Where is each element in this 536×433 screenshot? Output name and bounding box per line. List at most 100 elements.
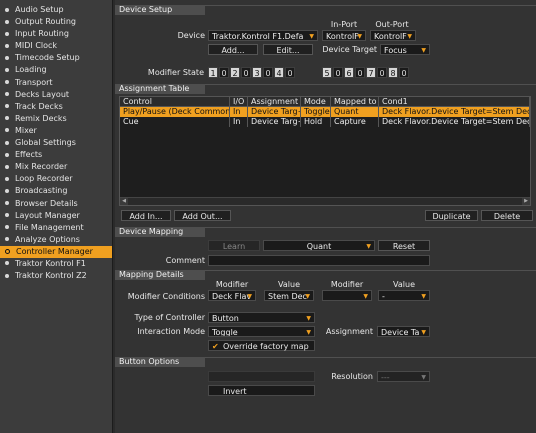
modifier-value: 0	[219, 67, 229, 78]
sidebar-item-analyze-options[interactable]: Analyze Options	[0, 234, 112, 246]
sidebar-item-audio-setup[interactable]: Audio Setup	[0, 4, 112, 16]
sidebar-item-label: MIDI Clock	[15, 41, 58, 51]
sidebar-item-loop-recorder[interactable]: Loop Recorder	[0, 173, 112, 185]
table-row[interactable]: Cue In Device Targ~ Hold Capture Deck Flavor.…	[120, 117, 530, 127]
table-row[interactable]: Play/Pause (Deck Common) In Device Targ~ To…	[120, 107, 530, 117]
sidebar-item-global-settings[interactable]: Global Settings	[0, 137, 112, 149]
chevron-down-icon: ▼	[305, 293, 310, 300]
sidebar-item-label: Loop Recorder	[15, 174, 73, 184]
condition-2-value: -	[382, 292, 385, 301]
add-out-button[interactable]: Add Out...	[174, 210, 231, 221]
out-port-dropdown[interactable]: KontrolF ▼	[370, 30, 416, 41]
bullet-icon	[5, 43, 9, 48]
column-header-cond1[interactable]: Cond1	[379, 97, 530, 106]
sidebar-item-traktor-kontrol-z2[interactable]: Traktor Kontrol Z2	[0, 270, 112, 282]
column-header-mode[interactable]: Mode	[301, 97, 331, 106]
chevron-down-icon: ▼	[421, 329, 426, 336]
sidebar-item-transport[interactable]: Transport	[0, 77, 112, 89]
sidebar-item-input-routing[interactable]: Input Routing	[0, 28, 112, 40]
sidebar-item-label: Global Settings	[15, 138, 76, 148]
sidebar-item-effects[interactable]: Effects	[0, 149, 112, 161]
learn-button[interactable]: Learn	[208, 240, 260, 251]
column-header-i-o[interactable]: I/O	[230, 97, 248, 106]
sidebar-item-label: Timecode Setup	[15, 53, 80, 63]
sidebar-item-browser-details[interactable]: Browser Details	[0, 198, 112, 210]
chevron-down-icon: ▼	[421, 293, 426, 300]
bullet-icon	[5, 80, 9, 85]
sidebar-item-output-routing[interactable]: Output Routing	[0, 16, 112, 28]
sidebar-item-mixer[interactable]: Mixer	[0, 125, 112, 137]
bullet-icon	[5, 31, 9, 36]
interaction-mode-dropdown[interactable]: Toggle ▼	[208, 326, 315, 337]
table-cell: Device Targ~	[248, 117, 301, 127]
mapping-details-header: Mapping Details	[115, 270, 205, 280]
sidebar-item-file-management[interactable]: File Management	[0, 222, 112, 234]
table-cell: Hold	[301, 117, 331, 127]
invert-label: Invert	[223, 387, 247, 396]
comment-field[interactable]	[208, 255, 430, 266]
sidebar-item-label: Input Routing	[15, 29, 69, 39]
edit-device-button[interactable]: Edit...	[263, 44, 313, 55]
sidebar-item-decks-layout[interactable]: Decks Layout	[0, 89, 112, 101]
sidebar-item-timecode-setup[interactable]: Timecode Setup	[0, 52, 112, 64]
checkbox-empty-icon	[212, 388, 219, 395]
interaction-mode-label: Interaction Mode	[137, 327, 205, 336]
horizontal-scrollbar[interactable]: ◀ ▶	[120, 197, 530, 205]
modifier-value: 0	[399, 67, 409, 78]
bullet-icon	[5, 188, 9, 193]
device-dropdown[interactable]: Traktor.Kontrol F1.Defa ▼	[208, 30, 318, 41]
add-in-button[interactable]: Add In...	[121, 210, 171, 221]
sidebar-item-track-decks[interactable]: Track Decks	[0, 101, 112, 113]
resolution-dropdown[interactable]: --- ▼	[377, 371, 430, 382]
column-header-assignment[interactable]: Assignment	[248, 97, 301, 106]
chevron-down-icon: ▼	[309, 33, 314, 40]
condition-2-modifier-dropdown[interactable]: ▼	[322, 290, 372, 301]
assignment-table-header: Assignment Table	[115, 84, 205, 94]
duplicate-button[interactable]: Duplicate	[425, 210, 478, 221]
sidebar-item-loading[interactable]: Loading	[0, 64, 112, 76]
bullet-icon	[5, 67, 9, 72]
add-device-button[interactable]: Add...	[208, 44, 258, 55]
comment-label: Comment	[165, 256, 205, 265]
assignment-dropdown[interactable]: Device Ta ▼	[377, 326, 430, 337]
modifier-number: 7	[366, 67, 376, 78]
modifier-value: 0	[263, 67, 273, 78]
invert-checkbox[interactable]: Invert	[208, 385, 315, 396]
in-port-dropdown[interactable]: KontrolF ▼	[322, 30, 366, 41]
modifier-state-label: Modifier State	[147, 68, 204, 77]
assignment-table[interactable]: Control I/O Assignment Mode Mapped to Cond1 P…	[119, 96, 531, 206]
column-header-control[interactable]: Control	[120, 97, 230, 106]
device-target-dropdown[interactable]: Focus ▼	[380, 44, 430, 55]
modifier-number: 3	[252, 67, 262, 78]
sidebar-item-layout-manager[interactable]: Layout Manager	[0, 210, 112, 222]
assignment-value: Device Ta	[381, 328, 420, 337]
bullet-icon	[5, 128, 9, 133]
condition-2-value-dropdown[interactable]: - ▼	[378, 290, 430, 301]
resolution-value: ---	[381, 373, 390, 382]
condition-1-modifier-dropdown[interactable]: Deck Flav ▼	[208, 290, 256, 301]
type-of-controller-dropdown[interactable]: Button ▼	[208, 312, 315, 323]
sidebar-item-remix-decks[interactable]: Remix Decks	[0, 113, 112, 125]
delete-button[interactable]: Delete	[481, 210, 533, 221]
resolution-label: Resolution	[331, 372, 373, 381]
column-header-mapped-to[interactable]: Mapped to	[331, 97, 379, 106]
sidebar-item-midi-clock[interactable]: MIDI Clock	[0, 40, 112, 52]
bullet-icon	[5, 164, 9, 169]
reset-button[interactable]: Reset	[378, 240, 430, 251]
override-factory-map-checkbox[interactable]: ✔ Override factory map	[208, 340, 315, 351]
condition-1-value-dropdown[interactable]: Stem Dec ▼	[264, 290, 314, 301]
device-value: Traktor.Kontrol F1.Defa	[212, 32, 304, 41]
scroll-left-icon[interactable]: ◀	[120, 198, 128, 205]
scroll-right-icon[interactable]: ▶	[522, 198, 530, 205]
sidebar-item-controller-manager[interactable]: Controller Manager	[0, 245, 112, 258]
sidebar-item-label: Broadcasting	[15, 186, 68, 196]
modifier-number: 8	[388, 67, 398, 78]
chevron-down-icon: ▼	[421, 374, 426, 381]
sidebar-item-mix-recorder[interactable]: Mix Recorder	[0, 161, 112, 173]
sidebar-item-broadcasting[interactable]: Broadcasting	[0, 185, 112, 197]
table-cell: Play/Pause (Deck Common)	[120, 107, 230, 117]
sidebar-item-traktor-kontrol-f1[interactable]: Traktor Kontrol F1	[0, 258, 112, 270]
mapped-control-dropdown[interactable]: Quant ▼	[263, 240, 375, 251]
bullet-icon	[5, 248, 10, 254]
bullet-icon	[5, 92, 9, 97]
